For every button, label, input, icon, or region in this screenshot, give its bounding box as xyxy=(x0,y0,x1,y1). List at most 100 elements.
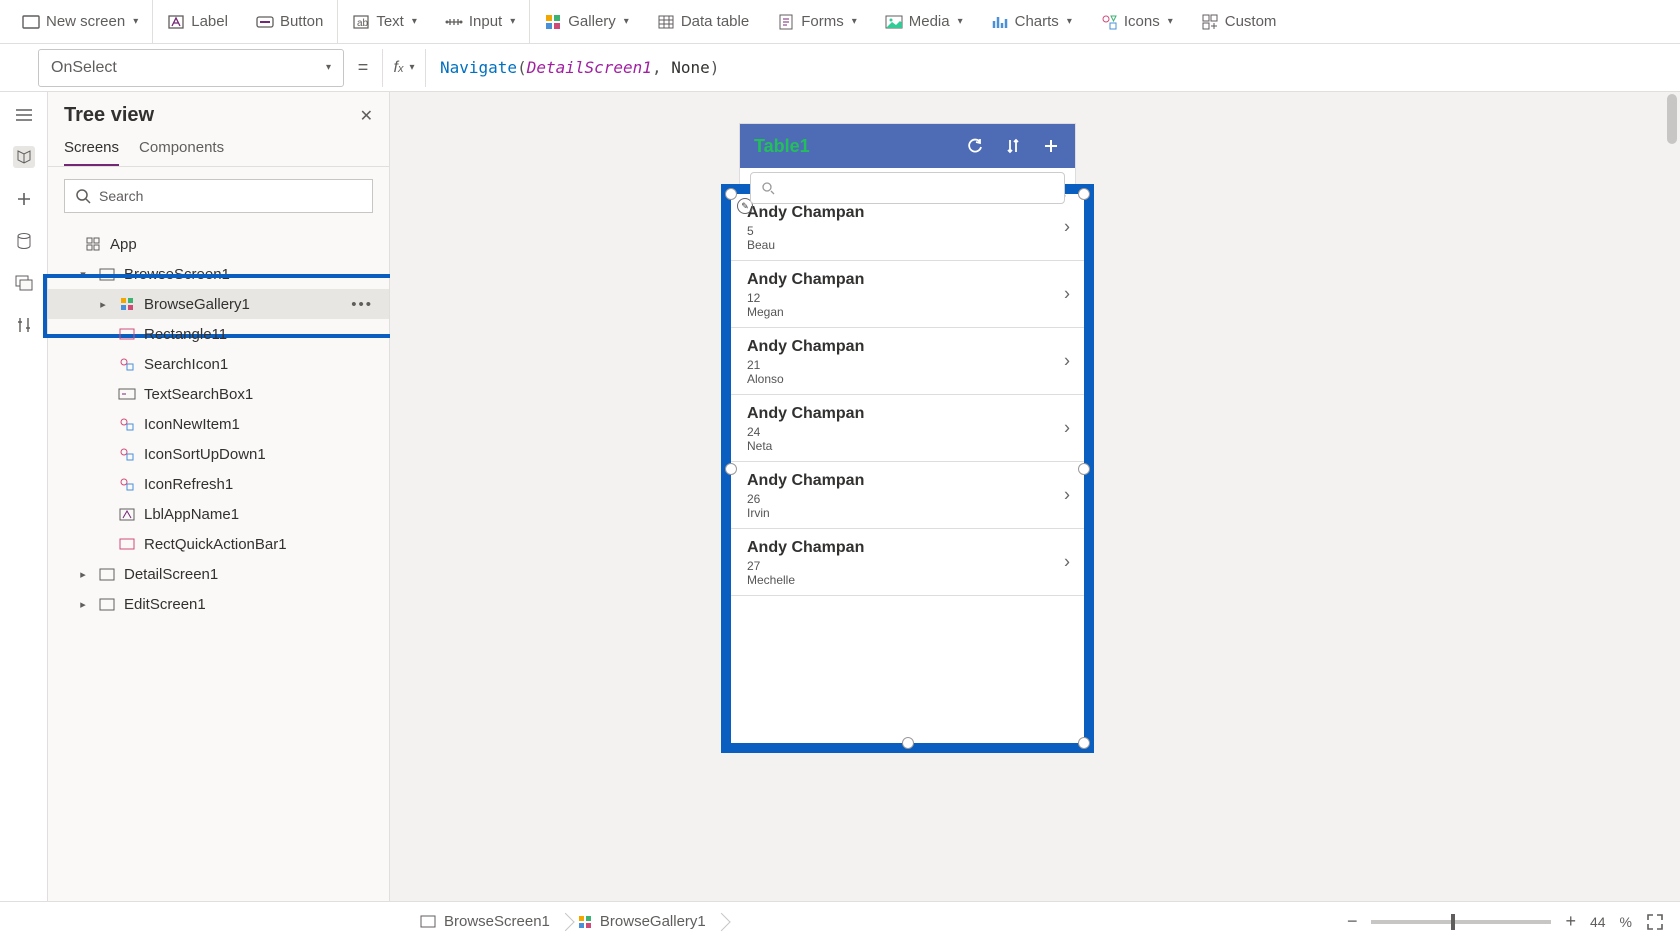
canvas[interactable]: Table1 ✎ Andy Champan 5 Beau › xyxy=(390,92,1680,901)
item-name: Andy Champan xyxy=(747,472,1068,490)
forms-button[interactable]: Forms▾ xyxy=(763,0,871,43)
new-screen-button[interactable]: New screen▾ xyxy=(8,0,153,43)
chevron-right-icon[interactable]: › xyxy=(1064,552,1070,573)
chevron-down-icon[interactable]: ▾ xyxy=(76,268,90,281)
resize-handle[interactable] xyxy=(1078,737,1090,749)
screen-icon xyxy=(22,13,40,31)
search-input[interactable] xyxy=(750,172,1065,204)
tab-components[interactable]: Components xyxy=(139,139,224,166)
ribbon-toolbar: New screen▾ Label Button ab Text▾ Input▾… xyxy=(0,0,1680,44)
chevron-right-icon[interactable]: ▸ xyxy=(96,298,110,311)
resize-handle[interactable] xyxy=(902,737,914,749)
hamburger-icon[interactable] xyxy=(13,104,35,126)
charts-icon xyxy=(991,13,1009,31)
more-icon[interactable]: ••• xyxy=(351,296,373,313)
icons-button[interactable]: Icons▾ xyxy=(1086,0,1187,43)
item-sub: Alonso xyxy=(747,372,1068,386)
data-table-button[interactable]: Data table xyxy=(643,0,763,43)
tree-node-text-search[interactable]: TextSearchBox1 xyxy=(48,379,389,409)
tree-view-icon[interactable] xyxy=(13,146,35,168)
data-icon[interactable] xyxy=(13,230,35,252)
gallery-item[interactable]: ✎ Andy Champan 5 Beau › xyxy=(731,194,1084,261)
resize-handle[interactable] xyxy=(725,463,737,475)
item-sub: Beau xyxy=(747,238,1068,252)
tree-node-detail-screen[interactable]: ▸ DetailScreen1 xyxy=(48,559,389,589)
tree-node-lbl-app[interactable]: LblAppName1 xyxy=(48,499,389,529)
tree-node-edit-screen[interactable]: ▸ EditScreen1 xyxy=(48,589,389,619)
label-button[interactable]: Label xyxy=(153,0,242,43)
tree-node-rect-quick[interactable]: RectQuickActionBar1 xyxy=(48,529,389,559)
fx-button[interactable]: fx▾ xyxy=(382,49,426,87)
tools-icon[interactable] xyxy=(13,314,35,336)
media-pane-icon[interactable] xyxy=(13,272,35,294)
tree-node-icon-refresh[interactable]: IconRefresh1 xyxy=(48,469,389,499)
formula-input[interactable]: Navigate(DetailScreen1, None) xyxy=(426,58,1680,77)
zoom-slider[interactable] xyxy=(1371,920,1551,924)
item-num: 26 xyxy=(747,492,1068,506)
item-sub: Megan xyxy=(747,305,1068,319)
chevron-right-icon[interactable]: › xyxy=(1064,284,1070,305)
icons-icon xyxy=(1100,13,1118,31)
resize-handle[interactable] xyxy=(1078,188,1090,200)
gallery-button[interactable]: Gallery▾ xyxy=(530,0,643,43)
chevron-right-icon[interactable]: ▸ xyxy=(76,568,90,581)
custom-icon xyxy=(1201,13,1219,31)
gallery-item[interactable]: Andy Champan 21 Alonso › xyxy=(731,328,1084,395)
tree-node-search-icon[interactable]: SearchIcon1 xyxy=(48,349,389,379)
item-sub: Neta xyxy=(747,439,1068,453)
tab-screens[interactable]: Screens xyxy=(64,139,119,166)
chevron-right-icon[interactable]: › xyxy=(1064,351,1070,372)
sort-icon[interactable] xyxy=(1003,136,1023,156)
gallery-item[interactable]: Andy Champan 27 Mechelle › xyxy=(731,529,1084,596)
button-button[interactable]: Button xyxy=(242,0,338,43)
chevron-down-icon: ▾ xyxy=(133,16,138,27)
media-button[interactable]: Media▾ xyxy=(871,0,977,43)
rectangle-icon xyxy=(118,325,136,343)
chevron-right-icon[interactable]: ▸ xyxy=(76,598,90,611)
item-num: 24 xyxy=(747,425,1068,439)
breadcrumb-screen[interactable]: BrowseScreen1 xyxy=(406,909,564,934)
resize-handle[interactable] xyxy=(725,188,737,200)
item-sub: Mechelle xyxy=(747,573,1068,587)
zoom-in-button[interactable]: + xyxy=(1565,911,1576,932)
gallery-selection[interactable]: ✎ Andy Champan 5 Beau › Andy Champan 12 … xyxy=(721,184,1094,753)
tree-node-icon-sort[interactable]: IconSortUpDown1 xyxy=(48,439,389,469)
resize-handle[interactable] xyxy=(1078,463,1090,475)
gallery-item[interactable]: Andy Champan 26 Irvin › xyxy=(731,462,1084,529)
tree-search-input[interactable]: Search xyxy=(64,179,373,213)
insert-icon[interactable] xyxy=(13,188,35,210)
chevron-right-icon[interactable]: › xyxy=(1064,418,1070,439)
app-icon xyxy=(84,235,102,253)
add-icon[interactable] xyxy=(1041,136,1061,156)
zoom-out-button[interactable]: − xyxy=(1347,911,1358,932)
status-bar: BrowseScreen1 BrowseGallery1 − + 44 % xyxy=(0,901,1680,941)
tree-node-browse-gallery[interactable]: ▸ BrowseGallery1 ••• xyxy=(48,289,389,319)
close-icon[interactable]: ✕ xyxy=(360,106,373,126)
custom-button[interactable]: Custom xyxy=(1187,0,1291,43)
property-selector[interactable]: OnSelect ▾ xyxy=(38,49,344,87)
item-num: 12 xyxy=(747,291,1068,305)
breadcrumb-gallery[interactable]: BrowseGallery1 xyxy=(564,909,720,934)
gallery-item[interactable]: Andy Champan 12 Megan › xyxy=(731,261,1084,328)
data-table-icon xyxy=(657,13,675,31)
input-icon xyxy=(445,13,463,31)
scrollbar[interactable] xyxy=(1664,92,1680,861)
tree-node-icon-new[interactable]: IconNewItem1 xyxy=(48,409,389,439)
chevron-down-icon: ▾ xyxy=(1067,16,1072,27)
text-button[interactable]: ab Text▾ xyxy=(338,0,431,43)
screen-icon xyxy=(98,565,116,583)
tree-node-app[interactable]: App xyxy=(48,229,389,259)
input-button[interactable]: Input▾ xyxy=(431,0,530,43)
tree-view-panel: Tree view ✕ Screens Components Search Ap… xyxy=(48,92,390,901)
refresh-icon[interactable] xyxy=(965,136,985,156)
chevron-right-icon[interactable]: › xyxy=(1064,485,1070,506)
app-title[interactable]: Table1 xyxy=(754,136,810,157)
shapes-icon xyxy=(118,355,136,373)
tree-node-browse-screen[interactable]: ▾ BrowseScreen1 xyxy=(48,259,389,289)
charts-button[interactable]: Charts▾ xyxy=(977,0,1086,43)
gallery-item[interactable]: Andy Champan 24 Neta › xyxy=(731,395,1084,462)
fit-to-screen-icon[interactable] xyxy=(1646,913,1664,931)
tree-view-title: Tree view xyxy=(64,104,154,127)
chevron-right-icon[interactable]: › xyxy=(1064,217,1070,238)
tree-node-rectangle[interactable]: Rectangle11 xyxy=(48,319,389,349)
